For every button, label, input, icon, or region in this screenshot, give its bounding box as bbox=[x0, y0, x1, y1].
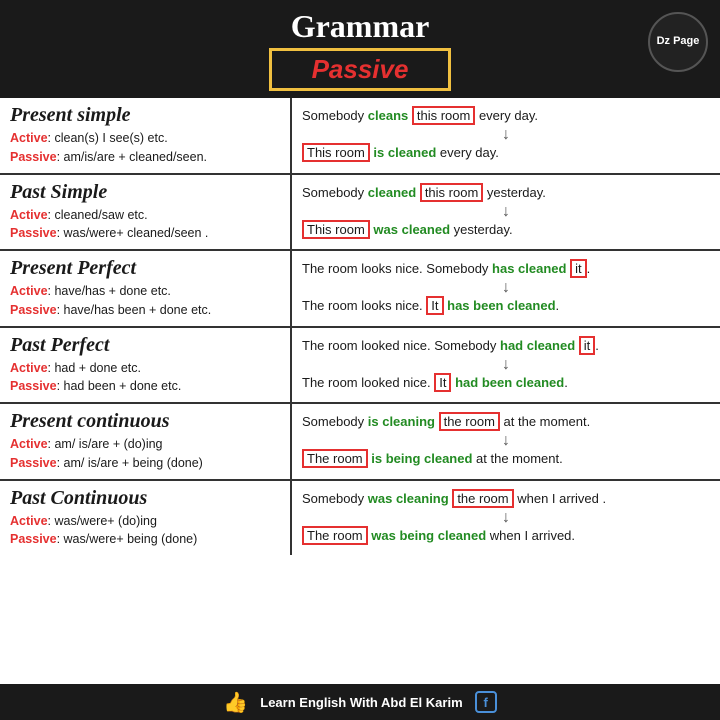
section-right-past-simple: Somebody cleaned this room yesterday. ↓ … bbox=[292, 175, 720, 250]
header: Grammar Passive Dz Page bbox=[0, 0, 720, 98]
active-rule-present-simple: Active: clean(s) I see(s) etc. bbox=[10, 129, 280, 148]
section-right-present-simple: Somebody cleans this room every day. ↓ T… bbox=[292, 98, 720, 173]
active-rule-present-continuous: Active: am/ is/are + (do)ing bbox=[10, 435, 280, 454]
example-bot-present-simple: This room is cleaned every day. bbox=[302, 143, 710, 164]
arrow-present-perfect: ↓ bbox=[302, 280, 710, 296]
section-past-continuous: Past Continuous Active: was/were+ (do)in… bbox=[0, 481, 720, 556]
section-past-simple: Past Simple Active: cleaned/saw etc. Pas… bbox=[0, 175, 720, 252]
section-left-present-perfect: Present Perfect Active: have/has + done … bbox=[0, 251, 290, 326]
passive-label-ps: Passive bbox=[10, 150, 57, 164]
section-present-simple: Present simple Active: clean(s) I see(s)… bbox=[0, 98, 720, 175]
section-left-present-continuous: Present continuous Active: am/ is/are + … bbox=[0, 404, 290, 479]
section-title-present-continuous: Present continuous bbox=[10, 410, 280, 433]
arrow-present-continuous: ↓ bbox=[302, 433, 710, 449]
section-title-past-continuous: Past Continuous bbox=[10, 487, 280, 510]
section-right-past-continuous: Somebody was cleaning the room when I ar… bbox=[292, 481, 720, 556]
example-bot-present-continuous: The room is being cleaned at the moment. bbox=[302, 449, 710, 470]
passive-badge: Passive bbox=[269, 48, 452, 91]
page-title: Grammar bbox=[0, 8, 720, 45]
section-left-past-simple: Past Simple Active: cleaned/saw etc. Pas… bbox=[0, 175, 290, 250]
facebook-icon: f bbox=[475, 691, 497, 713]
section-left-past-continuous: Past Continuous Active: was/were+ (do)in… bbox=[0, 481, 290, 556]
arrow-past-continuous: ↓ bbox=[302, 510, 710, 526]
example-bot-past-perfect: The room looked nice. It had been cleane… bbox=[302, 373, 710, 394]
section-present-continuous: Present continuous Active: am/ is/are + … bbox=[0, 404, 720, 481]
section-title-past-simple: Past Simple bbox=[10, 181, 280, 204]
active-rule-present-perfect: Active: have/has + done etc. bbox=[10, 282, 280, 301]
footer-text: Learn English With Abd El Karim bbox=[260, 695, 462, 710]
passive-rule-text: : am/is/are + cleaned/seen. bbox=[57, 150, 207, 164]
arrow-present-simple: ↓ bbox=[302, 127, 710, 143]
passive-rule-past-perfect: Passive: had been + done etc. bbox=[10, 377, 280, 396]
section-present-perfect: Present Perfect Active: have/has + done … bbox=[0, 251, 720, 328]
active-rule-past-simple: Active: cleaned/saw etc. bbox=[10, 206, 280, 225]
example-top-past-continuous: Somebody was cleaning the room when I ar… bbox=[302, 489, 710, 510]
section-title-past-perfect: Past Perfect bbox=[10, 334, 280, 357]
like-icon: 👍 bbox=[223, 690, 248, 715]
passive-label: Passive bbox=[312, 54, 409, 84]
dz-page-badge: Dz Page bbox=[648, 12, 708, 72]
active-rule-past-continuous: Active: was/were+ (do)ing bbox=[10, 512, 280, 531]
example-bot-present-perfect: The room looks nice. It has been cleaned… bbox=[302, 296, 710, 317]
section-title-present-simple: Present simple bbox=[10, 104, 280, 127]
section-right-present-continuous: Somebody is cleaning the room at the mom… bbox=[292, 404, 720, 479]
content-area: Present simple Active: clean(s) I see(s)… bbox=[0, 98, 720, 684]
arrow-past-perfect: ↓ bbox=[302, 357, 710, 373]
example-top-present-perfect: The room looks nice. Somebody has cleane… bbox=[302, 259, 710, 280]
footer: 👍 Learn English With Abd El Karim f bbox=[0, 684, 720, 720]
section-left-past-perfect: Past Perfect Active: had + done etc. Pas… bbox=[0, 328, 290, 403]
active-rule-text: : clean(s) I see(s) etc. bbox=[48, 131, 168, 145]
example-top-present-continuous: Somebody is cleaning the room at the mom… bbox=[302, 412, 710, 433]
example-top-past-perfect: The room looked nice. Somebody had clean… bbox=[302, 336, 710, 357]
passive-rule-past-simple: Passive: was/were+ cleaned/seen . bbox=[10, 224, 280, 243]
passive-rule-present-continuous: Passive: am/ is/are + being (done) bbox=[10, 454, 280, 473]
section-left-present-simple: Present simple Active: clean(s) I see(s)… bbox=[0, 98, 290, 173]
example-top-present-simple: Somebody cleans this room every day. bbox=[302, 106, 710, 127]
active-label: Active bbox=[10, 131, 48, 145]
passive-rule-present-simple: Passive: am/is/are + cleaned/seen. bbox=[10, 148, 280, 167]
example-bot-past-continuous: The room was being cleaned when I arrive… bbox=[302, 526, 710, 547]
section-title-present-perfect: Present Perfect bbox=[10, 257, 280, 280]
passive-rule-past-continuous: Passive: was/were+ being (done) bbox=[10, 530, 280, 549]
main-container: Grammar Passive Dz Page Present simple A… bbox=[0, 0, 720, 720]
section-right-present-perfect: The room looks nice. Somebody has cleane… bbox=[292, 251, 720, 326]
passive-rule-present-perfect: Passive: have/has been + done etc. bbox=[10, 301, 280, 320]
section-past-perfect: Past Perfect Active: had + done etc. Pas… bbox=[0, 328, 720, 405]
example-bot-past-simple: This room was cleaned yesterday. bbox=[302, 220, 710, 241]
section-right-past-perfect: The room looked nice. Somebody had clean… bbox=[292, 328, 720, 403]
example-top-past-simple: Somebody cleaned this room yesterday. bbox=[302, 183, 710, 204]
arrow-past-simple: ↓ bbox=[302, 204, 710, 220]
active-rule-past-perfect: Active: had + done etc. bbox=[10, 359, 280, 378]
